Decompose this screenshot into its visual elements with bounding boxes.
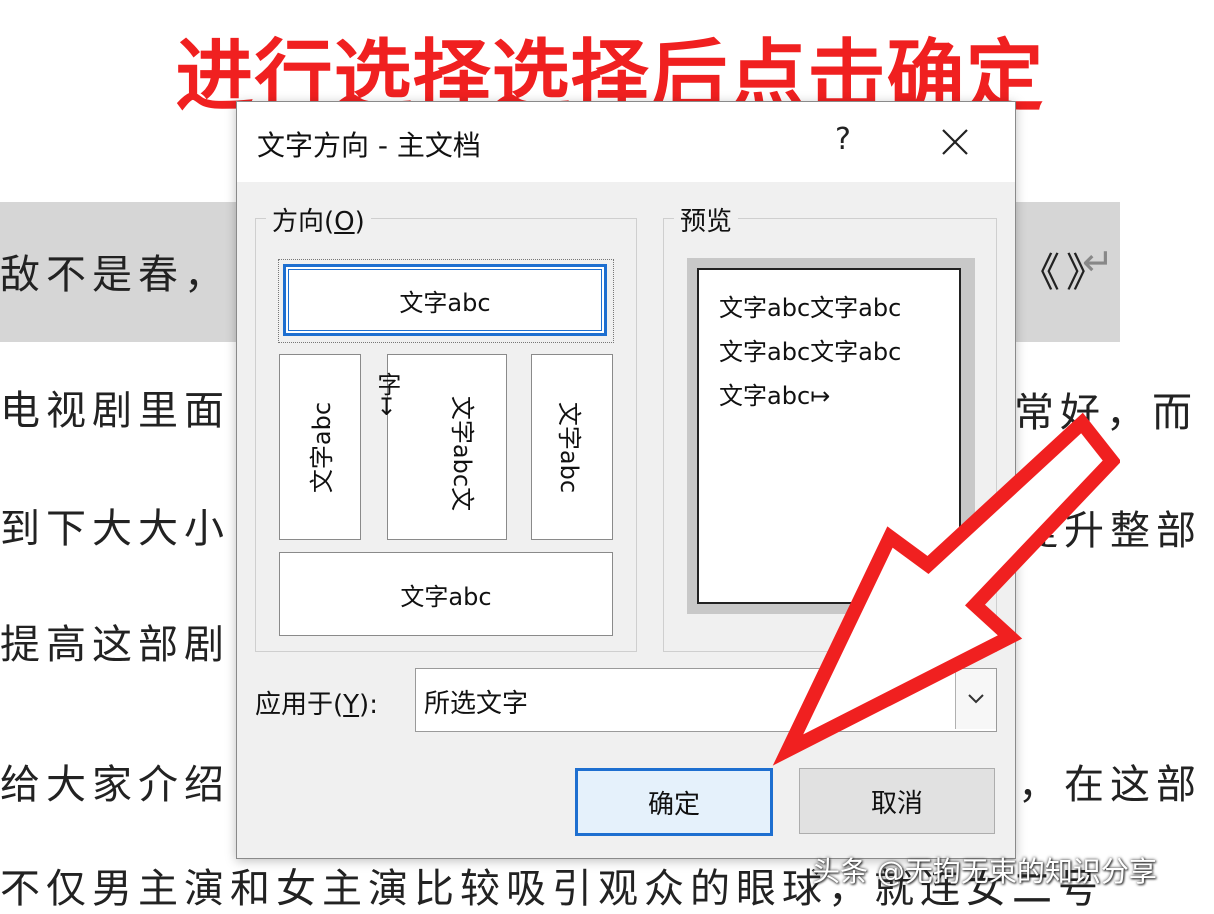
option-label: 字↦ xyxy=(372,372,401,417)
paragraph-mark-icon: ↵ xyxy=(1082,240,1114,284)
ok-button[interactable]: 确定 xyxy=(575,768,773,836)
doc-line: 到下大大小 xyxy=(0,506,230,552)
doc-line: 提高这部剧 xyxy=(0,622,230,668)
direction-group-label: 方向(O) xyxy=(266,201,371,238)
cancel-button[interactable]: 取消 xyxy=(799,768,995,834)
dialog-title: 文字方向 - 主文档 xyxy=(257,129,481,162)
doc-line: 电视剧里面 xyxy=(0,388,230,434)
direction-option-horizontal[interactable]: 文字abc xyxy=(283,264,607,336)
direction-option-rotate-down[interactable]: 文字abc xyxy=(279,354,361,540)
close-button[interactable] xyxy=(933,120,977,164)
direction-option-stacked[interactable]: 文字abc文 字↦ xyxy=(373,354,507,540)
option-label: 文字abc文 xyxy=(447,395,476,512)
red-arrow-icon xyxy=(772,412,1120,766)
option-label: 文字abc xyxy=(308,401,337,493)
option-label: 文字abc xyxy=(555,401,584,493)
help-button[interactable]: ? xyxy=(825,118,861,162)
apply-to-label: 应用于(Y): xyxy=(255,690,378,720)
doc-line: 敌不是春， xyxy=(0,252,230,298)
option-label: 文字abc xyxy=(399,288,491,317)
dialog-titlebar: 文字方向 - 主文档 ? xyxy=(237,102,1015,182)
direction-option-rotate-up[interactable]: 文字abc xyxy=(531,354,613,540)
preview-line: 文字abc文字abc xyxy=(719,338,902,366)
option-label: 文字abc xyxy=(400,582,492,611)
direction-option-horizontal-mirrored[interactable]: 文字abc xyxy=(279,552,613,636)
apply-to-value: 所选文字 xyxy=(424,689,529,719)
preview-group-label: 预览 xyxy=(674,201,739,238)
watermark: 头条 @无拘无束的知识分享 xyxy=(812,855,1157,888)
close-icon xyxy=(942,129,968,155)
preview-line: 文字abc文字abc xyxy=(719,294,902,322)
doc-line: 给大家介绍 xyxy=(0,762,230,808)
stacked-text: 文字abc文 字↦ xyxy=(372,372,522,522)
